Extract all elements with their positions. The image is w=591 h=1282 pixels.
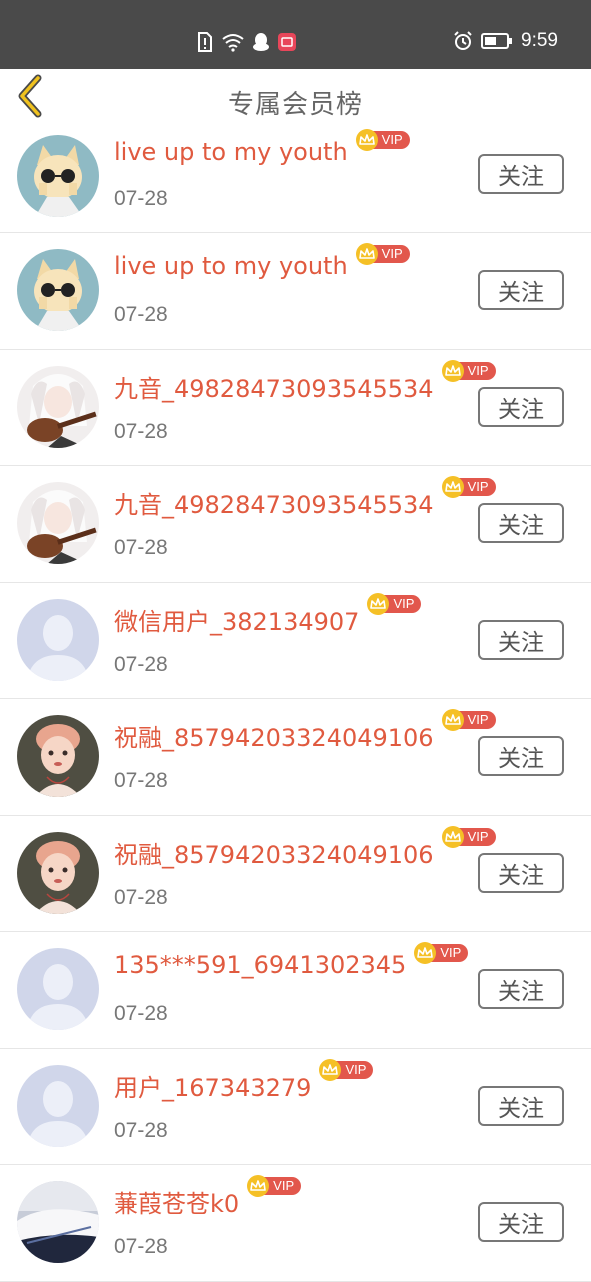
vip-badge: VIP [247,1175,302,1197]
follow-button[interactable]: 关注 [478,386,564,427]
follow-button[interactable]: 关注 [478,1085,564,1126]
landscape-photo-avatar[interactable] [17,1181,99,1263]
vip-badge: VIP [414,942,469,964]
member-list: live up to my youth VIP 07-28 关注 live up to … [0,129,591,1282]
member-name-line: 祝融_85794203324049106 VIP [114,825,496,870]
status-icons-right: 9:59 [453,30,558,52]
member-name-line: 九音_49828473093545534 VIP [114,476,496,520]
crown-icon [247,1175,270,1197]
member-name[interactable]: live up to my youth [114,252,348,280]
default-user-avatar[interactable] [17,598,99,681]
member-row[interactable]: 九音_49828473093545534 VIP 07-28 关注 [0,466,591,583]
member-name-line: 祝融_85794203324049106 VIP [114,709,496,753]
follow-button[interactable]: 关注 [478,503,564,543]
vip-badge: VIP [441,825,496,848]
member-name-line: 用户_167343279 VIP [114,1058,374,1103]
crown-icon [355,129,378,151]
sim-alert-icon [198,32,212,52]
member-row[interactable]: 135***591_6941302345 VIP 07-28 关注 [0,932,591,1049]
crown-icon [355,243,378,265]
member-row[interactable]: live up to my youth VIP 07-28 关注 [0,129,591,233]
member-name[interactable]: 135***591_6941302345 [114,951,406,979]
alarm-icon [454,31,472,50]
member-name-line: 微信用户_382134907 VIP [114,592,422,637]
member-row[interactable]: 祝融_85794203324049106 VIP 07-28 关注 [0,699,591,816]
member-name[interactable]: 九音_49828473093545534 [114,485,434,520]
member-row[interactable]: live up to my youth VIP 07-28 关注 [0,233,591,350]
vip-badge: VIP [355,129,410,151]
member-date: 07-28 [114,419,168,443]
follow-button[interactable]: 关注 [478,270,564,310]
member-name[interactable]: 蒹葭苍苍k0 [114,1184,239,1219]
member-name[interactable]: 用户_167343279 [114,1068,311,1103]
member-name[interactable]: 微信用户_382134907 [114,602,359,637]
status-bar: 9:59 [0,0,591,69]
follow-button[interactable]: 关注 [478,1202,564,1242]
app-notification-icon [278,33,296,51]
cat-sunglasses-avatar[interactable] [17,249,99,331]
follow-button[interactable]: 关注 [478,154,564,194]
crown-icon [441,476,464,498]
member-date: 07-28 [114,187,168,210]
battery-icon [481,33,513,49]
member-name-line: 135***591_6941302345 VIP [114,942,469,979]
member-date: 07-28 [114,1118,168,1142]
qq-penguin-icon [253,33,269,51]
member-name[interactable]: 祝融_85794203324049106 [114,718,434,753]
anime-guitar-avatar[interactable] [17,482,99,564]
vip-badge: VIP [319,1058,374,1081]
member-date: 07-28 [114,303,168,326]
member-name[interactable]: 九音_49828473093545534 [114,369,434,404]
vip-badge: VIP [367,592,422,615]
member-date: 07-28 [114,1235,168,1258]
default-user-avatar[interactable] [17,948,99,1030]
cat-sunglasses-avatar[interactable] [17,135,99,217]
vip-badge: VIP [441,359,496,382]
member-date: 07-28 [114,536,168,559]
member-name-line: live up to my youth VIP [114,129,410,166]
member-row[interactable]: 祝融_85794203324049106 VIP 07-28 关注 [0,816,591,932]
crown-icon [441,359,464,382]
follow-button[interactable]: 关注 [478,619,564,660]
anime-guitar-avatar[interactable] [17,365,99,448]
member-row[interactable]: 用户_167343279 VIP 07-28 关注 [0,1049,591,1165]
member-name-line: live up to my youth VIP [114,243,410,280]
doll-portrait-avatar[interactable] [17,831,99,914]
doll-portrait-avatar[interactable] [17,715,99,797]
status-icons-left [196,32,296,52]
default-user-avatar[interactable] [17,1064,99,1147]
member-name-line: 九音_49828473093545534 VIP [114,359,496,404]
crown-icon [367,592,390,615]
vip-badge: VIP [441,709,496,731]
member-date: 07-28 [114,1002,168,1025]
status-time: 9:59 [521,30,558,51]
crown-icon [441,709,464,731]
member-row[interactable]: 蒹葭苍苍k0 VIP 07-28 关注 [0,1165,591,1282]
vip-badge: VIP [355,243,410,265]
page-title: 专属会员榜 [227,90,363,120]
crown-icon [441,825,464,848]
member-name[interactable]: live up to my youth [114,138,348,166]
wifi-icon [222,34,244,52]
crown-icon [319,1058,342,1081]
member-name[interactable]: 祝融_85794203324049106 [114,835,434,870]
member-date: 07-28 [114,885,168,909]
member-row[interactable]: 九音_49828473093545534 VIP 07-28 关注 [0,350,591,466]
follow-button[interactable]: 关注 [478,969,564,1009]
vip-badge: VIP [441,476,496,498]
member-row[interactable]: 微信用户_382134907 VIP 07-28 关注 [0,583,591,699]
follow-button[interactable]: 关注 [478,852,564,893]
member-date: 07-28 [114,652,168,676]
member-date: 07-28 [114,769,168,792]
follow-button[interactable]: 关注 [478,736,564,776]
member-name-line: 蒹葭苍苍k0 VIP [114,1175,302,1219]
